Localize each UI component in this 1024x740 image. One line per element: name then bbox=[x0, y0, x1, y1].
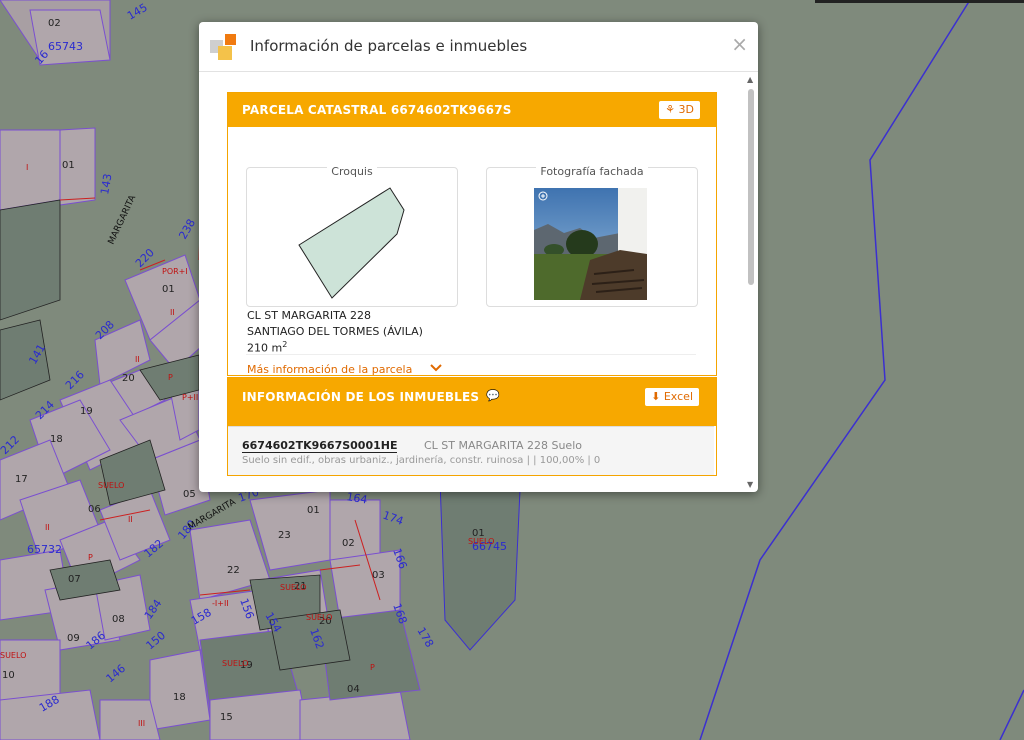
parcel-info-dialog: Información de parcelas e inmuebles × PA… bbox=[199, 22, 758, 492]
svg-text:01: 01 bbox=[162, 284, 175, 295]
svg-text:P: P bbox=[88, 553, 93, 562]
svg-text:P+II: P+II bbox=[182, 393, 198, 402]
scrollbar-thumb[interactable] bbox=[748, 89, 754, 285]
excel-button[interactable]: ⬇ Excel bbox=[645, 388, 699, 406]
croquis-box: Croquis bbox=[246, 165, 458, 307]
property-address: CL ST MARGARITA 228 Suelo bbox=[424, 439, 582, 452]
dialog-scrollbar[interactable]: ▲ ▼ bbox=[746, 75, 756, 489]
svg-text:20: 20 bbox=[122, 373, 135, 384]
scroll-down-icon[interactable]: ▼ bbox=[747, 480, 753, 489]
svg-text:09: 09 bbox=[67, 633, 80, 644]
property-row[interactable]: 6674602TK9667S0001HE CL ST MARGARITA 228… bbox=[228, 426, 714, 475]
parcel-address-line1: CL ST MARGARITA 228 bbox=[247, 309, 371, 322]
properties-title: INFORMACIÓN DE LOS INMUEBLES bbox=[242, 390, 480, 404]
svg-text:17: 17 bbox=[15, 474, 28, 485]
divider bbox=[246, 354, 696, 355]
svg-text:II: II bbox=[170, 308, 175, 317]
parcel-area: 210 m2 bbox=[247, 340, 287, 355]
cubes-icon: ⚘ bbox=[665, 103, 676, 116]
download-icon: ⬇ bbox=[651, 390, 661, 403]
svg-text:SUELO: SUELO bbox=[306, 613, 332, 622]
parcel-panel: PARCELA CATASTRAL 6674602TK9667S ⚘ 3D Cr… bbox=[227, 92, 717, 376]
svg-text:SUELO: SUELO bbox=[0, 651, 26, 660]
svg-text:SUELO: SUELO bbox=[280, 583, 306, 592]
property-reference-link[interactable]: 6674602TK9667S0001HE bbox=[242, 439, 398, 453]
dialog-header: Información de parcelas e inmuebles × bbox=[199, 22, 758, 72]
facade-photo-box: Fotografía fachada bbox=[486, 165, 698, 307]
svg-text:07: 07 bbox=[68, 574, 81, 585]
svg-text:08: 08 bbox=[112, 614, 125, 625]
dialog-content[interactable]: PARCELA CATASTRAL 6674602TK9667S ⚘ 3D Cr… bbox=[199, 72, 758, 492]
excel-label: Excel bbox=[663, 390, 693, 403]
svg-text:II: II bbox=[135, 355, 140, 364]
svg-text:65732: 65732 bbox=[27, 543, 62, 556]
svg-text:SUELO: SUELO bbox=[98, 481, 124, 490]
catastro-logo-icon bbox=[210, 34, 236, 60]
svg-text:03: 03 bbox=[372, 570, 385, 581]
svg-text:II: II bbox=[45, 523, 50, 532]
parcel-area-unit: 2 bbox=[282, 340, 288, 349]
view-3d-label: 3D bbox=[678, 103, 694, 116]
facade-photo[interactable] bbox=[534, 188, 647, 300]
svg-text:65743: 65743 bbox=[48, 40, 83, 53]
svg-text:06: 06 bbox=[88, 504, 101, 515]
svg-text:15: 15 bbox=[220, 712, 233, 723]
properties-panel-header: INFORMACIÓN DE LOS INMUEBLES 💬 ⬇ Excel bbox=[228, 378, 716, 426]
svg-text:01: 01 bbox=[307, 505, 320, 516]
more-info-link[interactable]: Más información de la parcela bbox=[247, 363, 412, 376]
svg-text:POR+I: POR+I bbox=[162, 267, 188, 276]
facade-photo-label: Fotografía fachada bbox=[536, 165, 648, 178]
svg-text:02: 02 bbox=[342, 538, 355, 549]
close-button[interactable]: × bbox=[731, 34, 748, 54]
svg-text:01: 01 bbox=[62, 160, 75, 171]
svg-text:I: I bbox=[26, 163, 28, 172]
svg-text:19: 19 bbox=[80, 406, 93, 417]
chevron-down-icon[interactable] bbox=[430, 363, 442, 376]
parcel-address-line2: SANTIAGO DEL TORMES (ÁVILA) bbox=[247, 325, 423, 338]
svg-text:22: 22 bbox=[227, 565, 240, 576]
svg-text:10: 10 bbox=[2, 670, 15, 681]
comment-icon[interactable]: 💬 bbox=[486, 389, 500, 402]
parcel-title: PARCELA CATASTRAL 6674602TK9667S bbox=[242, 103, 512, 117]
scroll-up-icon[interactable]: ▲ bbox=[747, 75, 753, 84]
property-description: Suelo sin edif., obras urbaniz., jardine… bbox=[242, 455, 601, 466]
parcel-sketch[interactable] bbox=[247, 168, 457, 306]
svg-text:SUELO: SUELO bbox=[222, 659, 248, 668]
svg-text:02: 02 bbox=[48, 18, 61, 29]
svg-text:18: 18 bbox=[50, 434, 63, 445]
svg-text:P: P bbox=[168, 373, 173, 382]
dialog-title: Información de parcelas e inmuebles bbox=[250, 37, 528, 55]
svg-text:III: III bbox=[138, 719, 145, 728]
parcel-panel-header: PARCELA CATASTRAL 6674602TK9667S ⚘ 3D bbox=[228, 93, 716, 127]
svg-text:18: 18 bbox=[173, 692, 186, 703]
svg-text:04: 04 bbox=[347, 684, 360, 695]
svg-text:SUELO: SUELO bbox=[468, 537, 494, 546]
svg-text:P: P bbox=[370, 663, 375, 672]
svg-text:05: 05 bbox=[183, 489, 196, 500]
svg-text:-I+II: -I+II bbox=[212, 599, 229, 608]
parcel-area-value: 210 m bbox=[247, 341, 283, 355]
properties-panel: INFORMACIÓN DE LOS INMUEBLES 💬 ⬇ Excel 6… bbox=[227, 377, 717, 476]
svg-text:II: II bbox=[128, 515, 133, 524]
svg-text:23: 23 bbox=[278, 530, 291, 541]
view-3d-button[interactable]: ⚘ 3D bbox=[659, 101, 700, 119]
